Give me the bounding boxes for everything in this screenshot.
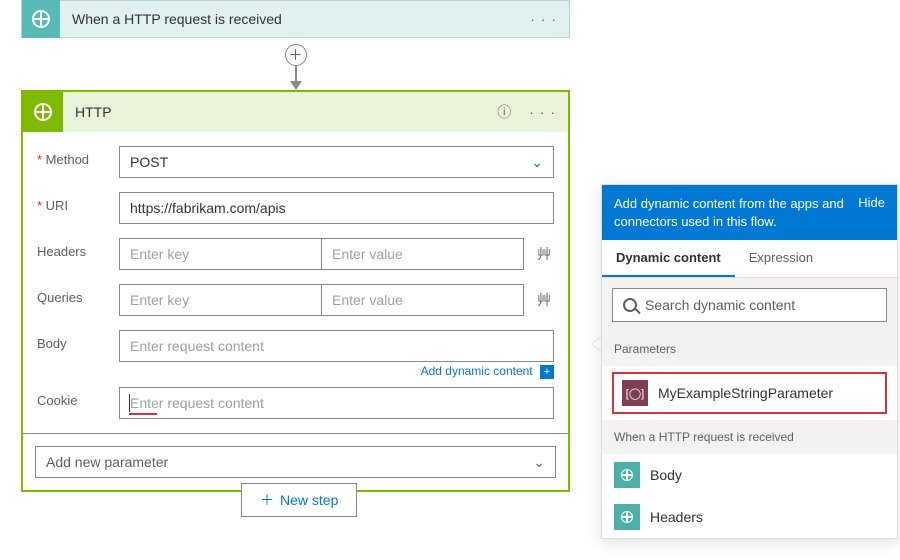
query-value-input[interactable]: Enter value (322, 285, 523, 315)
validation-underline (129, 413, 157, 415)
group-parameters-label: Parameters (602, 332, 897, 366)
trigger-menu-button[interactable]: · · · (518, 11, 569, 27)
info-icon[interactable]: ⓘ (491, 102, 517, 122)
uri-input[interactable]: https://fabrikam.com/apis (119, 192, 554, 224)
add-dynamic-content-link[interactable]: Add dynamic content (421, 364, 533, 378)
dynamic-content-search-input[interactable]: Search dynamic content (612, 288, 887, 322)
method-select[interactable]: POST ⌄ (119, 146, 554, 178)
header-value-input[interactable]: Enter value (322, 239, 523, 269)
add-new-parameter-label: Add new parameter (46, 454, 168, 470)
search-placeholder: Search dynamic content (645, 297, 795, 313)
text-cursor (129, 394, 130, 412)
add-new-parameter-select[interactable]: Add new parameter ⌄ (35, 446, 556, 478)
dynamic-content-message: Add dynamic content from the apps and co… (614, 195, 858, 230)
headers-kv: Enter key Enter value (119, 238, 524, 270)
body-input[interactable]: Enter request content (119, 330, 554, 362)
search-icon (623, 298, 637, 312)
method-label: Method (37, 146, 119, 167)
add-dynamic-content-plus-icon[interactable]: + (540, 365, 554, 379)
dynamic-item-body[interactable]: Body (602, 454, 897, 496)
dynamic-item-label: MyExampleStringParameter (658, 385, 833, 401)
http-trigger-icon (614, 462, 640, 488)
dynamic-content-panel: Add dynamic content from the apps and co… (601, 184, 898, 539)
uri-label: URI (37, 192, 119, 213)
connector-arrow: ＋ (21, 38, 570, 90)
http-action-icon (23, 92, 63, 132)
body-label: Body (37, 330, 119, 351)
queries-kv: Enter key Enter value (119, 284, 524, 316)
http-card-header[interactable]: HTTP ⓘ · · · (23, 92, 568, 132)
headers-label: Headers (37, 238, 119, 259)
dynamic-item-label: Body (650, 467, 682, 483)
http-card-title: HTTP (63, 104, 491, 120)
trigger-title: When a HTTP request is received (60, 11, 518, 27)
method-value: POST (130, 154, 168, 170)
cookie-input[interactable]: Enter request content (119, 387, 554, 419)
dynamic-item-label: Headers (650, 509, 703, 525)
queries-switch-mode-icon[interactable]: ⾋ (534, 290, 554, 310)
chevron-down-icon: ⌄ (531, 154, 543, 171)
plus-icon: ＋ (260, 490, 274, 510)
new-step-button[interactable]: ＋ New step (241, 483, 357, 517)
http-menu-button[interactable]: · · · (517, 104, 568, 120)
header-key-input[interactable]: Enter key (120, 239, 322, 269)
insert-step-button[interactable]: ＋ (285, 44, 307, 66)
new-step-label: New step (280, 492, 338, 508)
group-trigger-label: When a HTTP request is received (602, 420, 897, 454)
queries-label: Queries (37, 284, 119, 305)
parameter-icon: [◯] (622, 380, 648, 406)
tab-expression[interactable]: Expression (735, 240, 827, 277)
dynamic-item-myexamplestringparameter[interactable]: [◯] MyExampleStringParameter (612, 372, 887, 414)
trigger-card[interactable]: When a HTTP request is received · · · (21, 0, 570, 38)
dynamic-item-headers[interactable]: Headers (602, 496, 897, 538)
cookie-label: Cookie (37, 387, 119, 408)
http-trigger-icon (22, 0, 60, 38)
http-action-card: HTTP ⓘ · · · Method POST ⌄ URI https://f… (21, 90, 570, 492)
hide-dynamic-panel-link[interactable]: Hide (858, 195, 885, 210)
headers-switch-mode-icon[interactable]: ⾋ (534, 244, 554, 264)
query-key-input[interactable]: Enter key (120, 285, 322, 315)
http-trigger-icon (614, 504, 640, 530)
cookie-placeholder: Enter request content (130, 395, 264, 411)
uri-value: https://fabrikam.com/apis (130, 200, 286, 216)
tab-dynamic-content[interactable]: Dynamic content (602, 240, 735, 277)
chevron-down-icon: ⌄ (533, 454, 545, 471)
